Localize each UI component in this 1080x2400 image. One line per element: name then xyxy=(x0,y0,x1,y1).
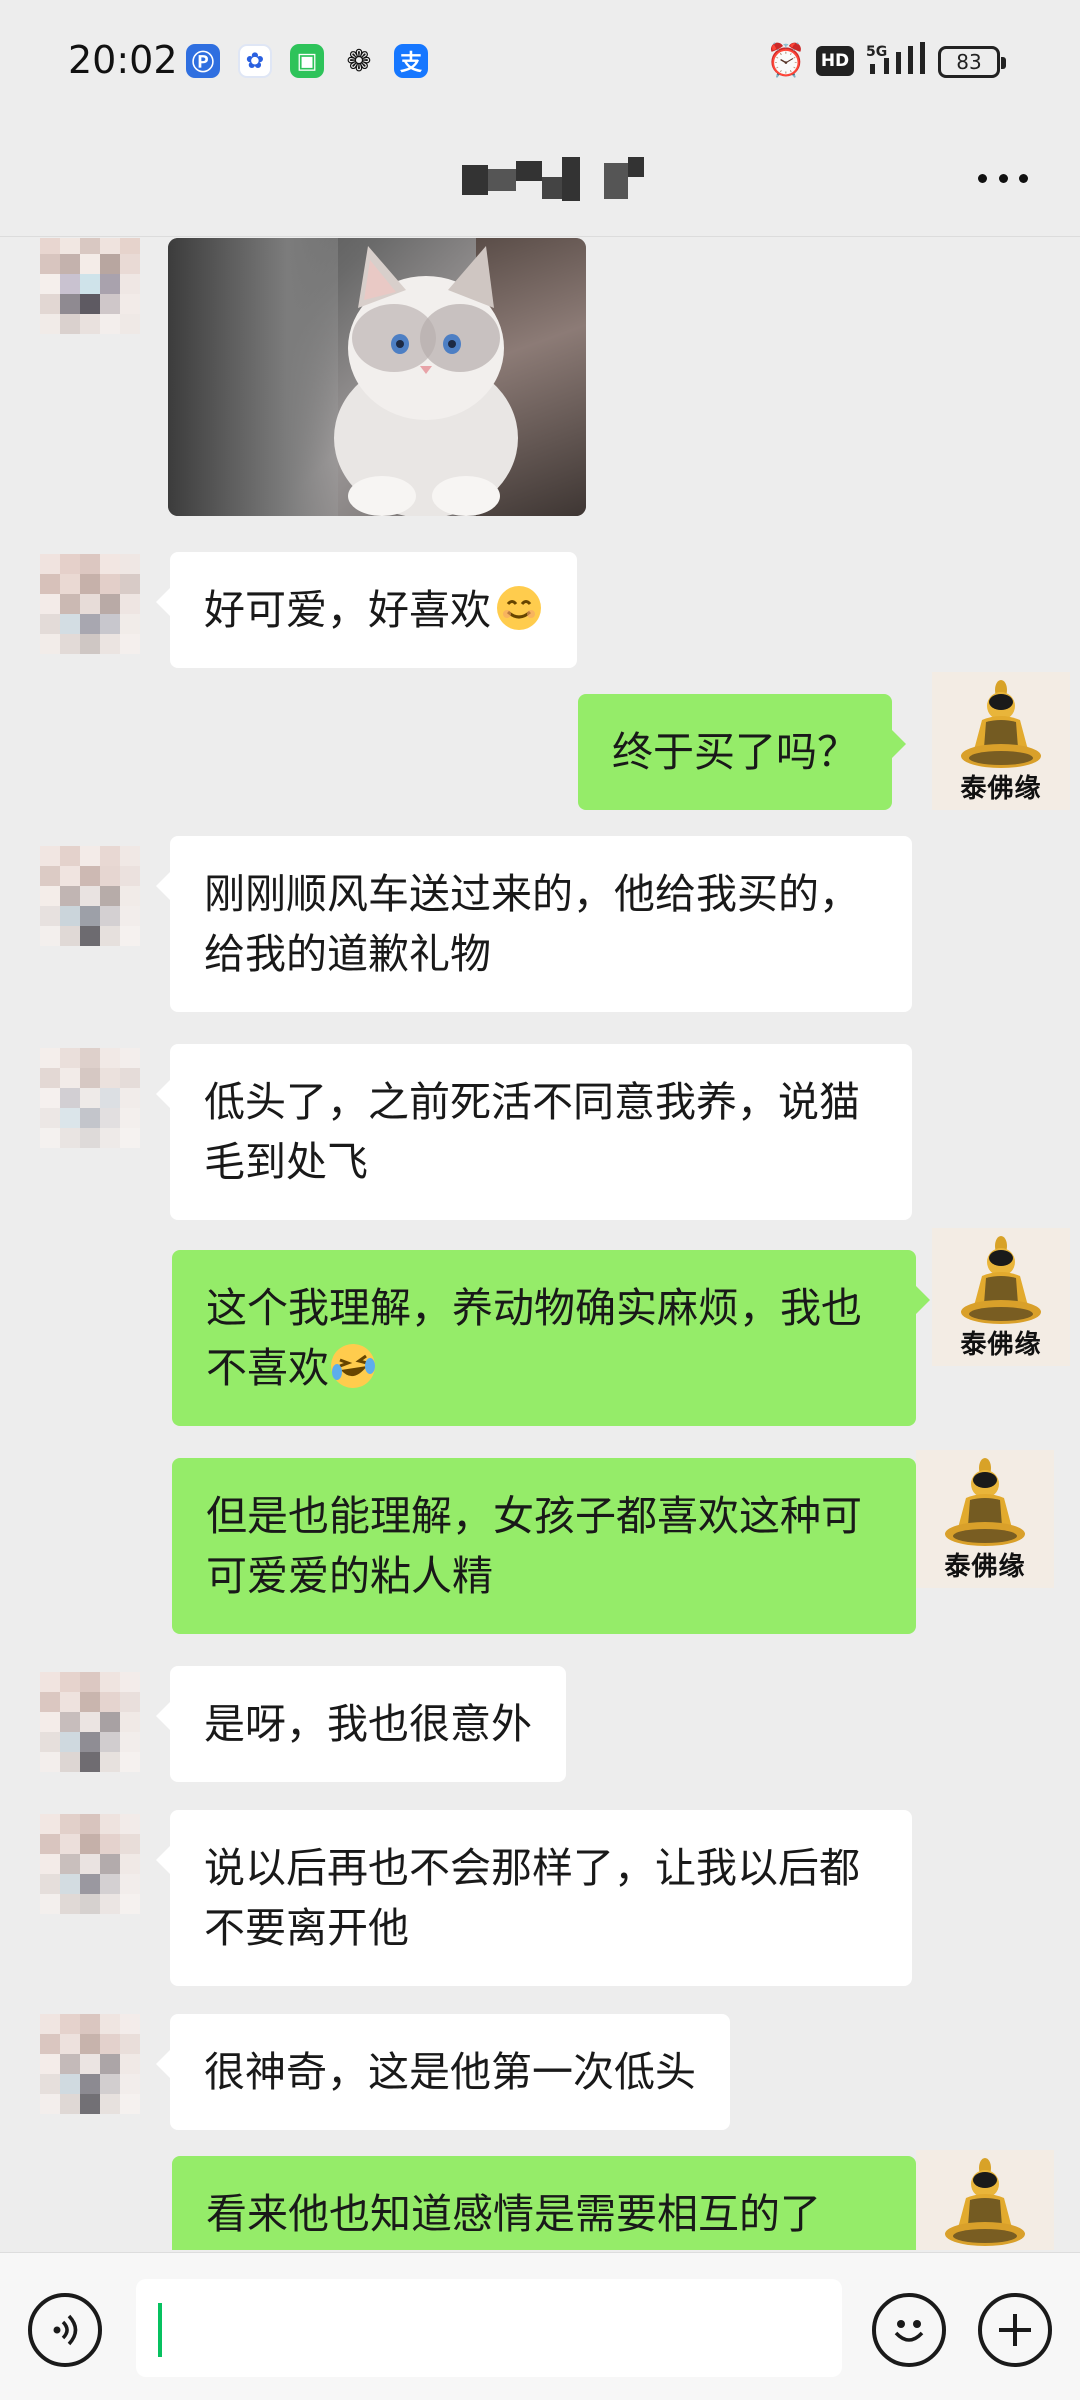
avatar-caption: 泰佛缘 xyxy=(960,774,1042,804)
avatar-caption: 泰佛缘 xyxy=(960,1330,1042,1360)
message-text: 好可爱，好喜欢 xyxy=(204,586,491,634)
message-bubble[interactable]: 很神奇，这是他第一次低头 xyxy=(156,2014,730,2130)
input-bar xyxy=(0,2252,1080,2400)
partner-avatar[interactable] xyxy=(40,554,140,654)
avatar-caption: 泰佛缘 xyxy=(916,2246,1054,2250)
messages-icon: ▣ xyxy=(290,44,324,78)
voice-icon xyxy=(53,2314,78,2346)
message-text: 刚刚顺风车送过来的，他给我买的，给我的道歉礼物 xyxy=(204,870,860,978)
message-text: 很神奇，这是他第一次低头 xyxy=(204,2048,696,2096)
buddha-icon xyxy=(961,1236,1041,1324)
laugh-cry-emoji xyxy=(329,1342,377,1390)
message-bubble[interactable]: 说以后再也不会那样了，让我以后都不要离开他 xyxy=(156,1810,912,1986)
partner-avatar[interactable] xyxy=(40,1048,140,1148)
partner-avatar[interactable] xyxy=(40,1672,140,1772)
partner-avatar[interactable] xyxy=(40,238,140,334)
buddha-icon xyxy=(945,2158,1025,2246)
status-bar: 20:02 Ⓟ ✿ ▣ ❁ 支 ⏰ HD 5G 83 xyxy=(0,0,1080,125)
alipay-icon: 支 xyxy=(394,44,428,78)
cat-photo[interactable] xyxy=(168,238,586,516)
voice-button[interactable] xyxy=(28,2293,102,2367)
message-text: 是呀，我也很意外 xyxy=(204,1700,532,1748)
baidu-icon: ✿ xyxy=(238,44,272,78)
my-message-bubble[interactable]: 看来他也知道感情是需要相互的了 xyxy=(172,2156,930,2250)
text-caret xyxy=(158,2303,162,2357)
alarm-icon: ⏰ xyxy=(766,41,806,79)
smile-emoji xyxy=(495,584,543,632)
status-time: 20:02 xyxy=(68,38,178,82)
message-input[interactable] xyxy=(136,2279,842,2377)
buddha-icon xyxy=(945,1458,1025,1546)
avatar-caption: 泰佛缘 xyxy=(944,1552,1026,1582)
message-text: 看来他也知道感情是需要相互的了 xyxy=(206,2190,821,2238)
buddha-icon xyxy=(961,680,1041,768)
wechat-icon: ❁ xyxy=(346,43,372,79)
partner-avatar[interactable] xyxy=(40,846,140,946)
partner-avatar[interactable] xyxy=(40,1814,140,1914)
svg-text:5G: 5G xyxy=(866,44,887,60)
my-avatar[interactable]: 泰佛缘 xyxy=(932,672,1070,810)
message-bubble[interactable]: 低头了，之前死活不同意我养，说猫毛到处飞 xyxy=(156,1044,912,1220)
message-bubble[interactable]: 刚刚顺风车送过来的，他给我买的，给我的道歉礼物 xyxy=(156,836,912,1012)
signal-icon: 5G xyxy=(866,42,928,78)
app-notification-icon: Ⓟ xyxy=(186,44,220,78)
more-dots-icon xyxy=(978,173,987,183)
message-text: 但是也能理解，女孩子都喜欢这种可可爱爱的粘人精 xyxy=(206,1492,862,1600)
emoji-icon xyxy=(894,2320,924,2342)
my-message-bubble[interactable]: 但是也能理解，女孩子都喜欢这种可可爱爱的粘人精 xyxy=(172,1458,930,1634)
cat-illustration xyxy=(334,246,518,516)
message-text: 低头了，之前死活不同意我养，说猫毛到处飞 xyxy=(204,1078,860,1186)
my-avatar[interactable]: 泰佛缘 xyxy=(916,2150,1054,2250)
message-bubble[interactable]: 好可爱，好喜欢 xyxy=(156,552,577,668)
message-text: 这个我理解，养动物确实麻烦，我也不喜欢 xyxy=(206,1284,862,1392)
message-text: 终于买了吗？ xyxy=(612,728,858,776)
chat-title-blurred xyxy=(462,157,646,201)
more-options-button[interactable] xyxy=(978,167,1028,189)
message-text: 说以后再也不会那样了，让我以后都不要离开他 xyxy=(204,1844,860,1952)
battery-indicator: 83 xyxy=(938,46,1006,78)
hd-icon: HD xyxy=(816,46,854,76)
chat-messages[interactable]: 好可爱，好喜欢 终于买了吗？ 泰佛缘 刚刚顺风车送过来的，他给我买的，给我的道歉… xyxy=(0,238,1080,2250)
chat-title-bar xyxy=(0,125,1080,237)
my-avatar[interactable]: 泰佛缘 xyxy=(932,1228,1070,1366)
emoji-button[interactable] xyxy=(872,2293,946,2367)
my-message-bubble[interactable]: 这个我理解，养动物确实麻烦，我也不喜欢 xyxy=(172,1250,930,1426)
my-message-bubble[interactable]: 终于买了吗？ xyxy=(578,694,906,810)
message-bubble[interactable]: 是呀，我也很意外 xyxy=(156,1666,566,1782)
plus-button[interactable] xyxy=(978,2293,1052,2367)
my-avatar[interactable]: 泰佛缘 xyxy=(916,1450,1054,1588)
partner-avatar[interactable] xyxy=(40,2014,140,2114)
plus-icon xyxy=(999,2314,1031,2346)
